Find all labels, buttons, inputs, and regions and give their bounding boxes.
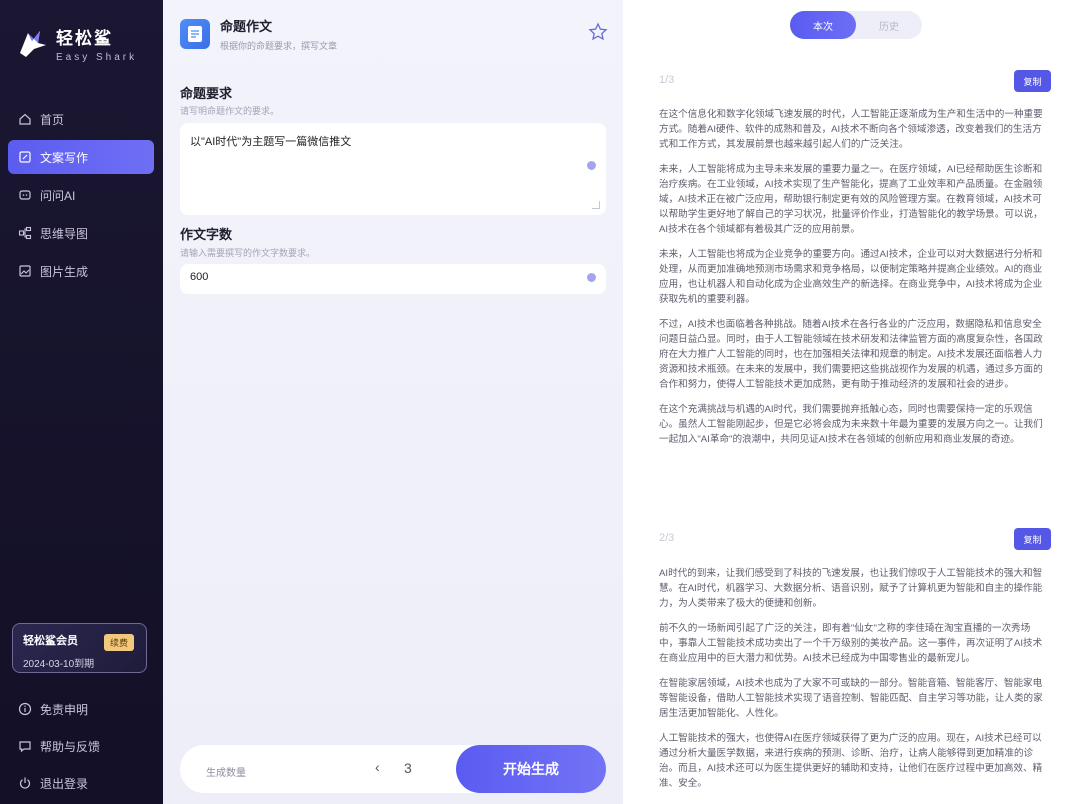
sidebar: 轻松鲨 Easy Shark 首页 文案写作 问问AI 思维导图 图片生成 轻松… bbox=[0, 0, 163, 804]
nav-label: 免责申明 bbox=[40, 702, 89, 717]
word-count-input[interactable]: 600 bbox=[180, 264, 606, 294]
input-indicator-icon bbox=[587, 273, 596, 282]
power-icon bbox=[18, 776, 32, 790]
member-card[interactable]: 轻松鲨会员 续费 2024-03-10到期 bbox=[12, 623, 147, 673]
requirement-label: 命题要求 bbox=[180, 86, 233, 101]
result-paragraph: 未来，人工智能也将成为企业竞争的重要方向。通过AI技术，企业可以对大数据进行分析… bbox=[659, 249, 1043, 305]
result-panel: 本次 历史 1/3 复制 在这个信息化和数字化领域飞速发展的时代，人工智能正逐渐… bbox=[623, 0, 1080, 804]
form-panel: 命题作文 根据你的命题要求，撰写文章 命题要求 请写明命题作文的要求。 以"AI… bbox=[163, 0, 623, 804]
edit-icon bbox=[18, 150, 32, 164]
tab-history[interactable]: 历史 bbox=[856, 11, 922, 39]
nav-item-image-gen[interactable]: 图片生成 bbox=[8, 254, 154, 288]
nav-label: 问问AI bbox=[40, 188, 76, 203]
quantity-decrease-button[interactable]: ‹ bbox=[375, 759, 380, 775]
nav-item-logout[interactable]: 退出登录 bbox=[8, 768, 154, 798]
form-subtitle: 根据你的命题要求，撰写文章 bbox=[220, 41, 338, 51]
result-paragraph: 在这个信息化和数字化领域飞速发展的时代，人工智能正逐渐成为生产和生活中的一种重要… bbox=[659, 109, 1043, 150]
nav-label: 思维导图 bbox=[40, 226, 89, 241]
app-name-en: Easy Shark bbox=[56, 52, 138, 63]
nav-label: 文案写作 bbox=[40, 150, 89, 165]
nav-item-copywriting[interactable]: 文案写作 bbox=[8, 140, 154, 174]
info-icon bbox=[18, 702, 32, 716]
result-paragraph: 在智能家居领域，AI技术也成为了大家不可或缺的一部分。智能音箱、智能客厅、智能家… bbox=[659, 678, 1043, 719]
mindmap-icon bbox=[18, 226, 32, 240]
word-count-label: 作文字数 bbox=[180, 227, 233, 242]
resize-handle[interactable] bbox=[592, 201, 600, 209]
result-card: 1/3 复制 在这个信息化和数字化领域飞速发展的时代，人工智能正逐渐成为生产和生… bbox=[659, 70, 1051, 457]
feedback-icon bbox=[18, 739, 32, 753]
nav-item-home[interactable]: 首页 bbox=[8, 102, 154, 136]
word-count-hint: 请输入需要撰写的作文字数要求。 bbox=[180, 248, 316, 258]
quantity-label: 生成数量 bbox=[206, 768, 246, 779]
requirement-value: 以"AI时代"为主题写一篇微信推文 bbox=[190, 136, 352, 148]
nav-label: 帮助与反馈 bbox=[40, 739, 101, 754]
tab-current[interactable]: 本次 bbox=[790, 11, 856, 39]
nav-item-help[interactable]: 帮助与反馈 bbox=[8, 731, 154, 761]
copy-button[interactable]: 复制 bbox=[1014, 70, 1051, 92]
nav-item-ask-ai[interactable]: 问问AI bbox=[8, 178, 154, 212]
result-card: 2/3 复制 AI时代的到来，让我们感受到了科技的飞速发展，也让我们惊叹于人工智… bbox=[659, 528, 1051, 801]
word-count-value: 600 bbox=[190, 271, 209, 283]
nav-item-mindmap[interactable]: 思维导图 bbox=[8, 216, 154, 250]
renew-button[interactable]: 续费 bbox=[103, 634, 134, 651]
quantity-value[interactable]: 3 bbox=[404, 760, 412, 776]
nav-label: 首页 bbox=[40, 112, 65, 127]
form-title: 命题作文 bbox=[220, 19, 273, 34]
app-name: 轻松鲨 bbox=[56, 29, 113, 48]
star-icon[interactable] bbox=[588, 22, 608, 42]
result-paragraph: 在这个充满挑战与机遇的AI时代，我们需要抛弃抵触心态，同时也需要保持一定的乐观信… bbox=[659, 404, 1043, 445]
start-generate-button[interactable]: 开始生成 bbox=[456, 745, 606, 793]
member-expire-date: 2024-03-10到期 bbox=[23, 659, 95, 670]
nav-label: 图片生成 bbox=[40, 264, 89, 279]
result-tabs: 本次 历史 bbox=[790, 11, 922, 39]
result-index: 2/3 bbox=[659, 532, 675, 544]
app-logo[interactable]: 轻松鲨 Easy Shark bbox=[16, 24, 137, 63]
requirement-hint: 请写明命题作文的要求。 bbox=[180, 106, 280, 116]
result-paragraph: 前不久的一场新闻引起了广泛的关注，即有着"仙女"之称的李佳琦在淘宝直播的一次秀场… bbox=[659, 623, 1043, 664]
nav-label: 退出登录 bbox=[40, 776, 89, 791]
nav-item-disclaimer[interactable]: 免责申明 bbox=[8, 694, 154, 724]
copy-button[interactable]: 复制 bbox=[1014, 528, 1051, 550]
result-paragraph: 不过，AI技术也面临着各种挑战。随着AI技术在各行各业的广泛应用，数据隐私和信息… bbox=[659, 319, 1043, 390]
home-icon bbox=[18, 112, 32, 126]
chat-icon bbox=[18, 188, 32, 202]
bottom-nav: 免责申明 帮助与反馈 退出登录 bbox=[8, 694, 154, 804]
main-nav: 首页 文案写作 问问AI 思维导图 图片生成 bbox=[8, 102, 154, 292]
generate-bar: 生成数量 ‹ 3 开始生成 bbox=[180, 745, 606, 793]
result-paragraph: 未来，人工智能将成为主导未来发展的重要力量之一。在医疗领域，AI已经帮助医生诊断… bbox=[659, 164, 1043, 235]
input-indicator-icon bbox=[587, 161, 596, 170]
result-paragraph: AI时代的到来，让我们感受到了科技的飞速发展，也让我们惊叹于人工智能技术的强大和… bbox=[659, 568, 1043, 609]
requirement-input[interactable]: 以"AI时代"为主题写一篇微信推文 bbox=[180, 123, 606, 215]
form-header: 命题作文 根据你的命题要求，撰写文章 bbox=[180, 16, 337, 52]
shark-logo-icon bbox=[20, 30, 46, 57]
result-paragraph: 人工智能技术的强大，也使得AI在医疗领域获得了更为广泛的应用。现在，AI技术已经… bbox=[659, 733, 1043, 789]
document-icon bbox=[180, 19, 210, 49]
image-icon bbox=[18, 264, 32, 278]
result-index: 1/3 bbox=[659, 74, 675, 86]
